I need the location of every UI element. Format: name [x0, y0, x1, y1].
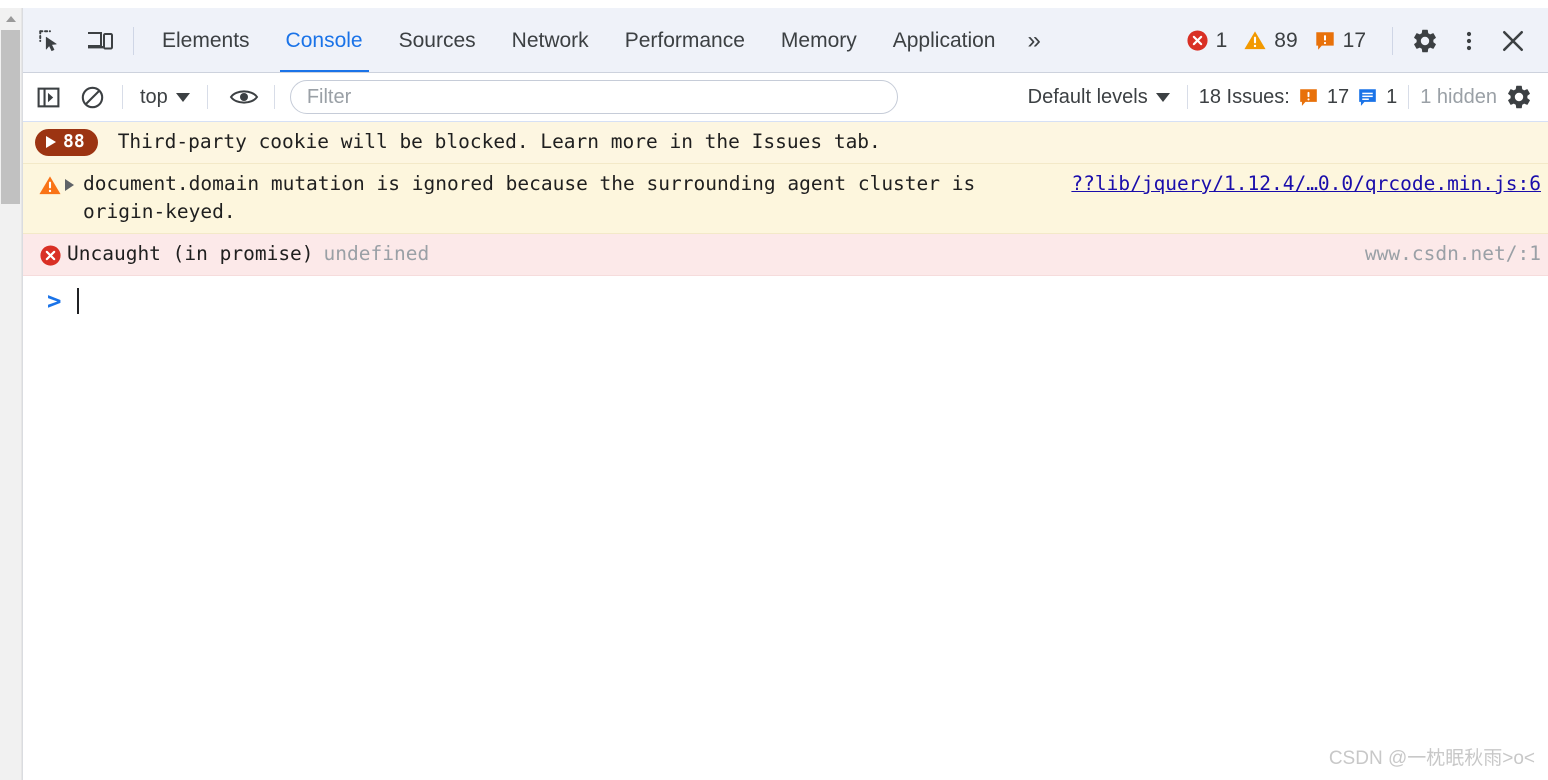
devtools-close-button[interactable] [1491, 19, 1535, 63]
console-toolbar: top Default levels 18 Issues: [23, 73, 1548, 122]
console-toolbar-divider-4 [1186, 85, 1188, 109]
devtools-settings-button[interactable] [1403, 19, 1447, 63]
devtools-panel: Elements Console Sources Network Perform… [22, 8, 1548, 780]
warning-message-text: document.domain mutation is ignored beca… [83, 172, 987, 223]
issue-count-group[interactable]: 17 [1314, 29, 1366, 53]
issue-count: 17 [1342, 28, 1366, 52]
play-triangle-icon [46, 136, 56, 148]
console-prompt-row[interactable]: > [23, 276, 1548, 326]
tab-performance[interactable]: Performance [607, 8, 763, 73]
prompt-text-cursor [77, 288, 80, 314]
console-message-error[interactable]: Uncaught (in promise) undefined www.csdn.… [23, 234, 1548, 276]
execution-context-selector[interactable]: top [134, 86, 196, 109]
console-sidebar-icon [37, 87, 59, 107]
console-toolbar-divider-3 [273, 85, 275, 109]
warning-triangle-icon [39, 176, 61, 195]
clear-console-icon [81, 86, 103, 108]
info-bubble-icon [1359, 88, 1376, 106]
console-settings-button[interactable] [1497, 75, 1541, 119]
log-levels-selector[interactable]: Default levels [1022, 86, 1176, 109]
tab-memory[interactable]: Memory [763, 8, 875, 73]
error-message-value: undefined [323, 242, 430, 265]
prompt-chevron-icon: > [47, 287, 62, 315]
issues-prefix-label: 18 Issues: [1198, 85, 1290, 108]
scroll-up-triangle-icon [5, 15, 16, 22]
device-toolbar-icon [88, 31, 113, 49]
page-scrollbar[interactable] [0, 8, 22, 780]
tabbar-right-divider [1392, 26, 1393, 55]
devtools-tabbar: Elements Console Sources Network Perform… [23, 8, 1548, 73]
warning-count-group[interactable]: 89 [1243, 28, 1298, 53]
info-count-value: 1 [1386, 85, 1398, 108]
expand-arrow-icon[interactable] [65, 179, 74, 191]
console-message-violation[interactable]: 88 Third-party cookie will be blocked. L… [23, 122, 1548, 164]
error-source-label: www.csdn.net/:1 [1364, 242, 1541, 265]
error-icon-cell [35, 240, 65, 267]
device-toolbar-button[interactable] [77, 18, 123, 64]
tab-console[interactable]: Console [268, 8, 381, 73]
console-message-warning[interactable]: document.domain mutation is ignored beca… [23, 164, 1548, 234]
scroll-up-arrow[interactable] [0, 8, 21, 29]
tabbar-right-group: 1 89 17 [1186, 8, 1548, 73]
chevron-down-icon [175, 92, 190, 102]
tab-network[interactable]: Network [494, 8, 607, 73]
console-toolbar-divider-1 [122, 85, 123, 109]
error-circle-icon [1187, 30, 1208, 51]
gear-icon [1414, 29, 1436, 52]
error-count: 1 [1215, 28, 1228, 52]
close-icon [1502, 30, 1524, 51]
live-expression-icon [229, 90, 259, 104]
execution-context-label: top [140, 85, 168, 108]
devtools-more-options-button[interactable] [1447, 19, 1491, 63]
gear-icon [1508, 85, 1530, 109]
error-circle-icon [39, 245, 61, 266]
console-message-list: 88 Third-party cookie will be blocked. L… [23, 122, 1548, 780]
tab-sources[interactable]: Sources [381, 8, 494, 73]
console-toolbar-divider-5 [1408, 85, 1410, 109]
filter-input[interactable] [289, 80, 898, 114]
tabbar-divider [133, 26, 134, 55]
csdn-watermark: CSDN @一枕眠秋雨>o< [1328, 748, 1535, 769]
chevron-down-icon [1155, 92, 1170, 102]
log-levels-label: Default levels [1027, 85, 1148, 108]
issue-bubble-icon [1315, 31, 1334, 50]
issues-count-value: 17 [1326, 85, 1350, 108]
console-toolbar-divider-2 [206, 85, 208, 109]
warning-triangle-icon [1244, 31, 1266, 50]
live-expression-button[interactable] [225, 78, 263, 116]
violation-message-text: Third-party cookie will be blocked. Lear… [117, 130, 881, 153]
kebab-menu-icon [1466, 31, 1472, 50]
console-toolbar-right-group: Default levels 18 Issues: 17 1 1 hidden [1022, 75, 1548, 119]
scrollbar-thumb[interactable] [1, 30, 20, 204]
tab-elements[interactable]: Elements [144, 8, 268, 73]
hidden-messages-label[interactable]: 1 hidden [1420, 86, 1497, 109]
error-message-text: Uncaught (in promise) undefined [65, 240, 1345, 268]
error-count-group[interactable]: 1 [1186, 28, 1228, 53]
clear-console-button[interactable] [73, 78, 111, 116]
warning-source-link[interactable]: ??lib/jquery/1.12.4/…0.0/qrcode.min.js:6 [1051, 170, 1541, 198]
warning-count: 89 [1274, 28, 1298, 52]
violation-count-badge[interactable]: 88 [35, 129, 98, 156]
warning-icon-cell [35, 170, 65, 197]
console-sidebar-button[interactable] [29, 78, 67, 116]
violation-row-content: 88 Third-party cookie will be blocked. L… [35, 128, 881, 156]
violation-count-label: 88 [63, 131, 85, 152]
tab-application[interactable]: Application [875, 8, 1014, 73]
issues-summary[interactable]: 18 Issues: 17 1 [1199, 86, 1398, 109]
inspect-element-button[interactable] [27, 18, 73, 64]
more-tabs-button[interactable]: » [1013, 28, 1050, 53]
issue-bubble-icon [1300, 88, 1317, 106]
error-message-main: Uncaught (in promise) [67, 242, 314, 265]
inspect-element-icon [39, 29, 57, 51]
